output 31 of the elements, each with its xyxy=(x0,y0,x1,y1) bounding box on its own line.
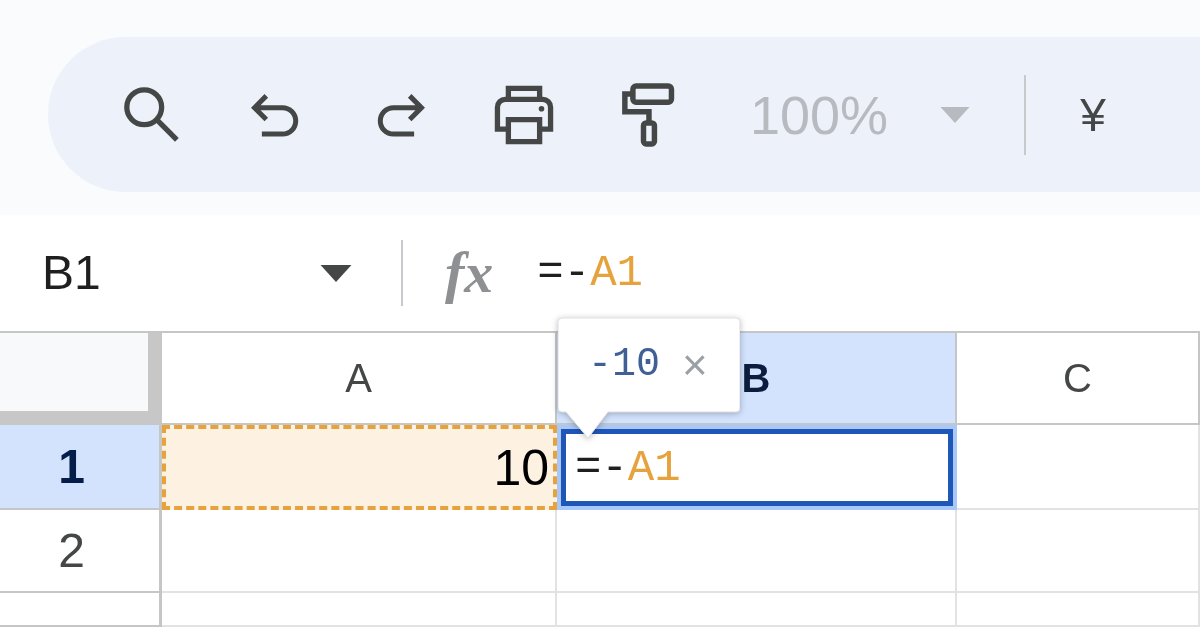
table-cell[interactable] xyxy=(957,425,1200,510)
row-header[interactable]: 2 xyxy=(0,510,162,593)
cell-reference: A1 xyxy=(627,445,681,490)
table-cell[interactable] xyxy=(162,510,557,593)
formula-input[interactable]: =-A1 xyxy=(537,238,1200,308)
search-icon[interactable] xyxy=(124,86,180,143)
result-value: -10 xyxy=(588,345,660,385)
row-header[interactable]: 1 xyxy=(0,425,162,510)
select-all-corner[interactable] xyxy=(0,333,162,425)
cell-editor[interactable]: =-A1 xyxy=(557,425,957,510)
redo-icon[interactable] xyxy=(375,91,425,138)
table-cell[interactable] xyxy=(957,510,1200,593)
formula-operator: =- xyxy=(575,445,628,490)
caret-icon xyxy=(320,264,352,282)
row-header[interactable] xyxy=(0,593,162,627)
name-box[interactable]: B1 xyxy=(0,249,372,297)
currency-button[interactable]: ¥ xyxy=(1080,91,1106,138)
table-cell[interactable] xyxy=(557,510,957,593)
table-cell[interactable]: 10 xyxy=(162,425,557,510)
print-icon[interactable] xyxy=(493,84,555,145)
formula-operator: =- xyxy=(537,251,591,295)
function-label: fx xyxy=(445,244,494,302)
column-header[interactable]: C xyxy=(957,333,1200,425)
column-header[interactable]: A xyxy=(162,333,557,425)
table-cell[interactable] xyxy=(162,593,557,627)
table-cell[interactable] xyxy=(957,593,1200,627)
undo-icon[interactable] xyxy=(251,91,301,138)
caret-icon xyxy=(940,106,971,123)
paint-roller-icon[interactable] xyxy=(621,81,675,148)
cell-reference: A1 xyxy=(590,251,643,295)
table-cell[interactable] xyxy=(557,593,957,627)
